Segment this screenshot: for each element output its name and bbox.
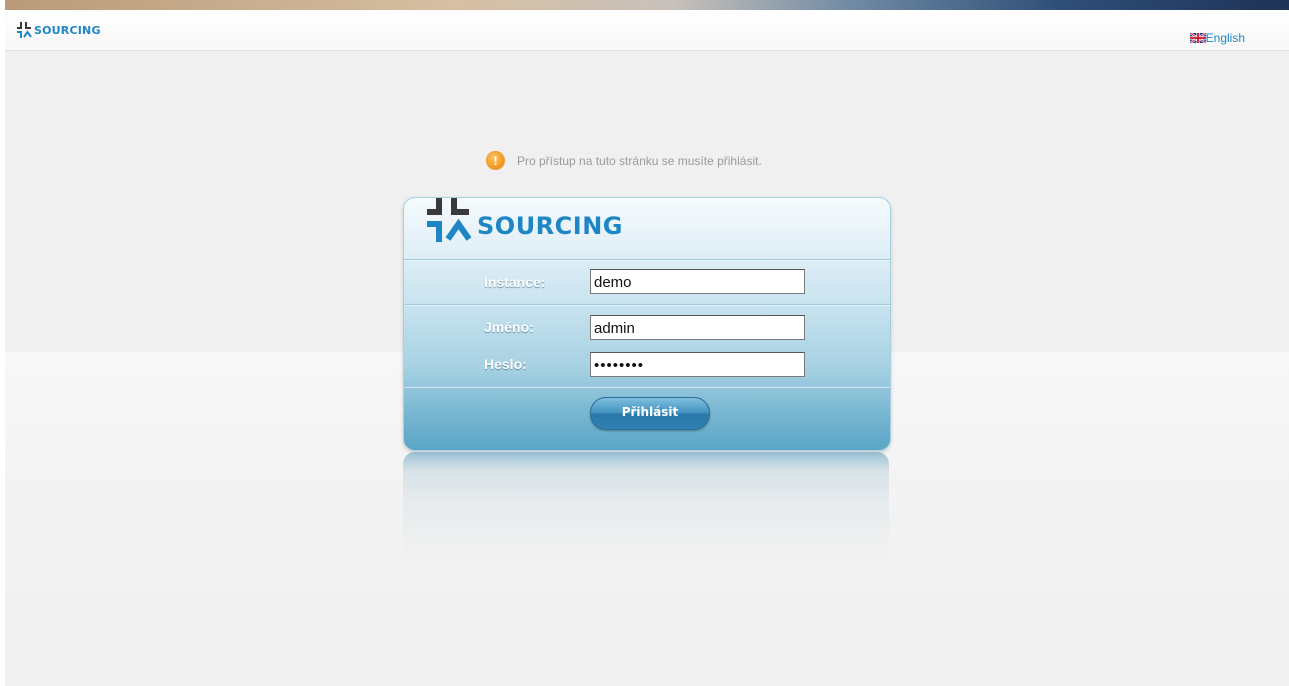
header-logo[interactable]: SOURCING — [17, 22, 101, 38]
language-label: English — [1205, 31, 1245, 45]
notice-text: Pro přístup na tuto stránku se musíte př… — [517, 153, 762, 168]
instance-label: Instance: — [484, 274, 546, 290]
sourcing-logo-icon — [427, 198, 472, 242]
divider — [404, 259, 890, 260]
reflection-edge — [403, 452, 889, 470]
password-field[interactable] — [590, 352, 805, 377]
password-label: Heslo: — [484, 356, 527, 372]
login-panel: SOURCING Instance: Jméno: Heslo: Přihlás… — [403, 197, 891, 451]
header-logo-text: SOURCING — [34, 23, 101, 37]
divider — [404, 304, 890, 305]
login-required-notice: ! Pro přístup na tuto stránku se musíte … — [486, 151, 762, 170]
uk-flag-icon — [1189, 33, 1206, 43]
warning-icon: ! — [486, 151, 505, 170]
top-header: SOURCING English — [5, 10, 1289, 51]
login-button[interactable]: Přihlásit — [590, 397, 710, 430]
login-panel-reflection — [403, 452, 889, 564]
sourcing-logo-icon — [17, 22, 32, 38]
header-banner-image — [5, 0, 1289, 10]
language-switch[interactable]: English — [1189, 31, 1245, 45]
login-logo-text: SOURCING — [477, 212, 623, 240]
page-frame: SOURCING English ! Pro přístup na tuto s… — [5, 0, 1289, 686]
username-field[interactable] — [590, 315, 805, 340]
instance-field[interactable] — [590, 269, 805, 294]
login-logo: SOURCING — [427, 198, 623, 242]
divider — [404, 386, 890, 387]
username-label: Jméno: — [484, 319, 534, 335]
